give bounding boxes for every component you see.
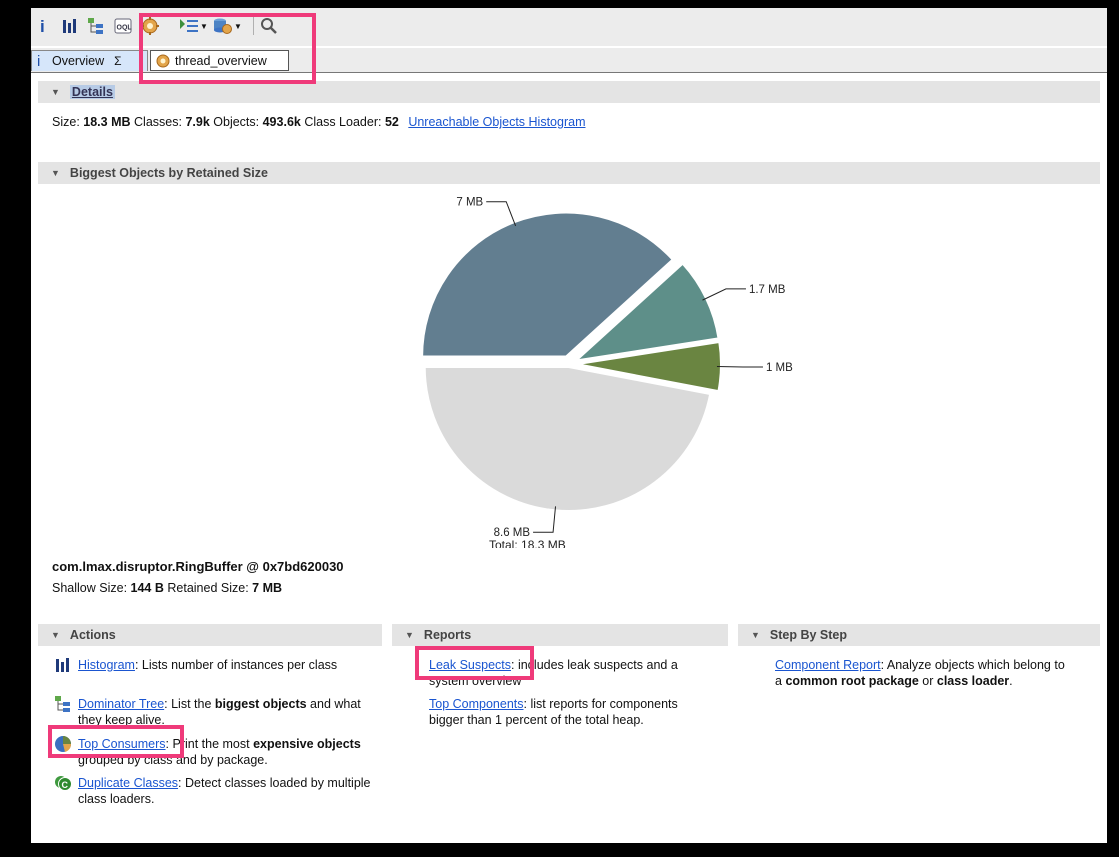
retained-size-label: Retained Size: xyxy=(167,581,249,595)
svg-text:C: C xyxy=(62,780,69,790)
close-icon[interactable]: Σ xyxy=(114,54,121,68)
dominator-tree-desc-bold: biggest objects xyxy=(214,697,307,711)
pie-leader-line xyxy=(702,288,746,301)
search-icon[interactable] xyxy=(259,16,279,36)
biggest-object-name[interactable]: com.lmax.disruptor.RingBuffer @ 0x7bd620… xyxy=(52,559,344,574)
shallow-size-value: 144 B xyxy=(130,581,164,595)
class-loader-label: Class Loader: xyxy=(304,115,382,129)
top-consumers-icon xyxy=(55,736,72,752)
histogram-icon xyxy=(56,658,69,672)
actions-heading: Actions xyxy=(69,628,116,642)
duplicate-classes-icon: C xyxy=(55,776,72,791)
svg-text:i: i xyxy=(37,53,40,69)
retained-size-value: 7 MB xyxy=(252,581,283,595)
component-report-desc-bold2: class loader xyxy=(936,674,1010,688)
dropdown-arrow-icon[interactable]: ▼ xyxy=(234,16,242,36)
toolbar-separator xyxy=(253,17,254,35)
step-component-report: Component Report: Analyze objects which … xyxy=(775,657,1075,689)
class-loader-value: 52 xyxy=(384,115,399,129)
oql-icon-label: OQL xyxy=(117,25,133,32)
report-top-components: Top Components: list reports for compone… xyxy=(429,696,709,728)
histogram-icon[interactable] xyxy=(61,16,79,36)
pie-slice-label: 1 MB xyxy=(766,362,793,374)
thread-overview-icon xyxy=(156,54,170,67)
pie-total-label: Total: 18.3 MB xyxy=(489,538,566,548)
tab-overview[interactable]: i Overview Σ xyxy=(31,50,148,71)
dominator-tree-icon[interactable] xyxy=(87,16,105,36)
pie-slice-label: 1.7 MB xyxy=(749,284,786,296)
pie-leader-line xyxy=(486,201,517,227)
collapse-triangle-icon: ▼ xyxy=(751,630,760,640)
objects-label: Objects: xyxy=(213,115,260,129)
collapse-triangle-icon: ▼ xyxy=(405,630,414,640)
heap-dump-actions-icon[interactable] xyxy=(212,16,234,36)
classes-label: Classes: xyxy=(134,115,182,129)
duplicate-classes-link[interactable]: Duplicate Classes xyxy=(78,776,178,790)
component-report-link[interactable]: Component Report xyxy=(775,658,881,672)
biggest-objects-heading: Biggest Objects by Retained Size xyxy=(69,166,268,180)
top-consumers-desc-bold: expensive objects xyxy=(253,737,361,751)
unreachable-objects-histogram-link[interactable]: Unreachable Objects Histogram xyxy=(408,115,585,129)
info-icon: i xyxy=(37,53,40,69)
biggest-object-sizes: Shallow Size: 144 B Retained Size: 7 MB xyxy=(52,581,282,595)
biggest-objects-section-header[interactable]: ▼ Biggest Objects by Retained Size xyxy=(38,162,1100,184)
size-label: Size: xyxy=(52,115,80,129)
action-dominator-tree: Dominator Tree: List the biggest objects… xyxy=(54,696,364,728)
component-report-desc-mid: or xyxy=(918,674,937,688)
info-icon[interactable]: i xyxy=(37,16,51,36)
pie-slice-3[interactable] xyxy=(423,365,712,512)
svg-text:i: i xyxy=(40,17,45,35)
leak-suspects-link[interactable]: Leak Suspects xyxy=(429,658,511,672)
report-leak-suspects: Leak Suspects: includes leak suspects an… xyxy=(429,657,719,689)
top-consumers-desc-post: grouped by class and by package. xyxy=(78,753,268,767)
size-value: 18.3 MB xyxy=(83,115,131,129)
step-by-step-section-header[interactable]: ▼ Step By Step xyxy=(738,624,1100,646)
classes-value: 7.9k xyxy=(185,115,210,129)
collapse-triangle-icon: ▼ xyxy=(51,630,60,640)
dropdown-arrow-icon[interactable]: ▼ xyxy=(200,16,208,36)
action-duplicate-classes: C Duplicate Classes: Detect classes load… xyxy=(54,775,374,807)
dominator-tree-icon xyxy=(55,696,70,712)
thread-overview-icon[interactable] xyxy=(140,16,160,36)
dominator-tree-desc-pre: : List the xyxy=(164,697,215,711)
action-histogram: Histogram: Lists number of instances per… xyxy=(54,657,354,674)
collapse-triangle-icon: ▼ xyxy=(51,168,60,178)
objects-value: 493.6k xyxy=(262,115,301,129)
tab-thread-overview-label: thread_overview xyxy=(175,53,267,68)
tab-thread-overview[interactable]: thread_overview xyxy=(150,50,289,71)
reports-heading: Reports xyxy=(423,628,472,642)
shallow-size-label: Shallow Size: xyxy=(52,581,128,595)
component-report-desc-post: . xyxy=(1009,674,1013,688)
details-heading: Details xyxy=(69,85,115,99)
retained-size-pie-chart: 7 MB1.7 MB1 MB8.6 MBTotal: 18.3 MB xyxy=(421,197,793,548)
histogram-description: : Lists number of instances per class xyxy=(134,658,338,672)
histogram-link[interactable]: Histogram xyxy=(78,658,135,672)
reports-section-header[interactable]: ▼ Reports xyxy=(392,624,728,646)
tab-overview-label: Overview xyxy=(52,54,105,68)
action-top-consumers: Top Consumers: Print the most expensive … xyxy=(54,736,364,768)
component-report-desc-bold1: common root package xyxy=(785,674,919,688)
details-summary: Size: 18.3 MB Classes: 7.9k Objects: 493… xyxy=(52,115,586,129)
query-browser-icon[interactable] xyxy=(178,16,200,36)
dominator-tree-link[interactable]: Dominator Tree xyxy=(78,697,164,711)
actions-section-header[interactable]: ▼ Actions xyxy=(38,624,382,646)
details-section-header[interactable]: ▼ Details xyxy=(38,81,1100,103)
step-by-step-heading: Step By Step xyxy=(769,628,848,642)
top-consumers-link[interactable]: Top Consumers xyxy=(78,737,166,751)
oql-icon[interactable]: OQL xyxy=(113,16,133,36)
top-consumers-desc-pre: : Print the most xyxy=(165,737,254,751)
collapse-triangle-icon: ▼ xyxy=(51,87,60,97)
toolbar: i OQL ▼ ▼ xyxy=(31,8,1107,46)
editor-tab-bar: i Overview Σ thread_overview xyxy=(31,48,1107,73)
pie-slice-label: 7 MB xyxy=(456,197,483,209)
top-components-link[interactable]: Top Components xyxy=(429,697,524,711)
main-window: i OQL ▼ ▼ i Overview Σ thread_overview ▼… xyxy=(31,8,1107,843)
